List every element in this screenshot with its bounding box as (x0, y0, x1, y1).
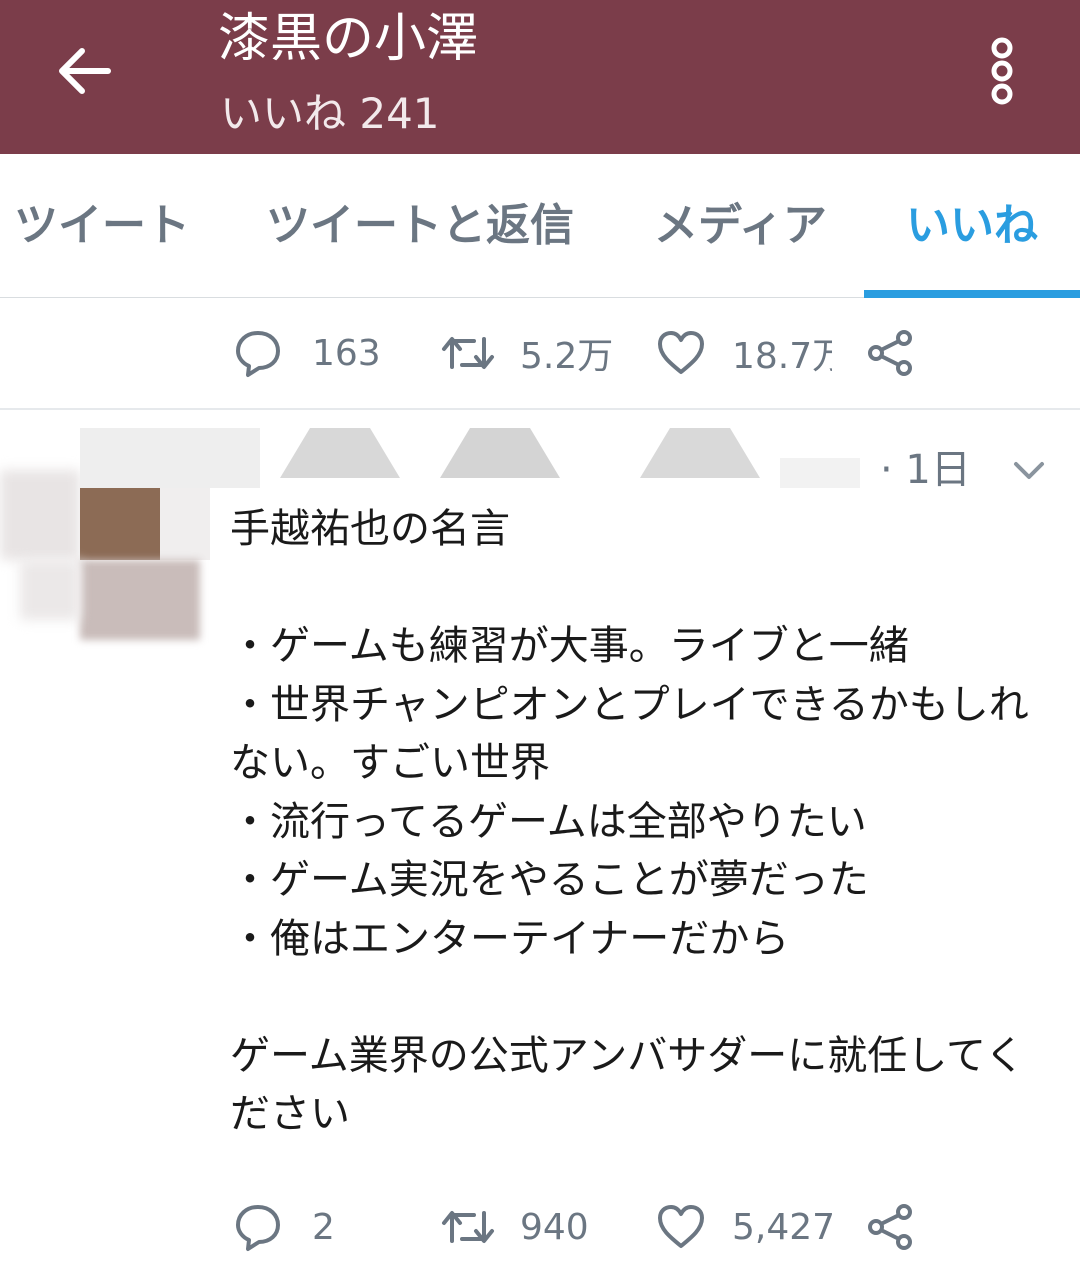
like-button[interactable]: 18.7万 (656, 298, 832, 408)
previous-tweet-actions: 163 5.2万 18.7万 (0, 298, 1080, 408)
share-button[interactable] (866, 298, 916, 408)
share-icon (868, 1204, 912, 1250)
likes-count-subtitle: いいね 241 (220, 89, 440, 138)
like-count: 18.7万 (732, 336, 832, 377)
heart-icon (658, 1205, 704, 1248)
profile-name: 漆黒の小澤 (218, 9, 479, 69)
reply-count: 163 (312, 332, 381, 374)
tweet-actions: 2 940 5,427 (0, 1172, 1080, 1282)
retweet-count: 5.2万 (520, 336, 614, 377)
tab-likes[interactable]: いいね (906, 154, 1038, 298)
heart-icon (658, 331, 704, 374)
tab-tweets[interactable]: ツイート (14, 154, 190, 298)
share-button[interactable] (866, 1172, 916, 1282)
more-options-icon[interactable] (978, 36, 1026, 106)
retweet-icon (442, 1211, 494, 1243)
retweet-icon (442, 337, 494, 369)
active-tab-indicator (864, 290, 1080, 298)
reply-icon (236, 1205, 280, 1251)
tweet-divider (0, 408, 1080, 410)
profile-tabs: ツイート ツイートと返信 メディア いいね (0, 154, 1080, 298)
reply-icon (236, 331, 280, 377)
app-header: 漆黒の小澤 いいね 241 (0, 0, 1080, 154)
retweet-count: 940 (520, 1206, 589, 1248)
chevron-down-icon[interactable] (1008, 450, 1050, 492)
retweet-button[interactable]: 5.2万 (440, 298, 613, 408)
like-count: 5,427 (732, 1206, 836, 1248)
tweet-body: 手越祐也の名言 ・ゲームも練習が大事。ライブと一緒 ・世界チャンピオンとプレイで… (230, 506, 1029, 1137)
blurred-username (80, 418, 870, 498)
share-icon (868, 330, 912, 376)
reply-button[interactable]: 163 (232, 298, 381, 408)
reply-button[interactable]: 2 (232, 1172, 335, 1282)
reply-count: 2 (312, 1206, 335, 1248)
tab-media[interactable]: メディア (654, 154, 827, 298)
retweet-button[interactable]: 940 (440, 1172, 589, 1282)
like-button[interactable]: 5,427 (656, 1172, 835, 1282)
back-arrow-icon[interactable] (52, 38, 118, 104)
tab-tweets-and-replies[interactable]: ツイートと返信 (266, 154, 574, 298)
tweet-timestamp: · 1日 (880, 447, 971, 493)
